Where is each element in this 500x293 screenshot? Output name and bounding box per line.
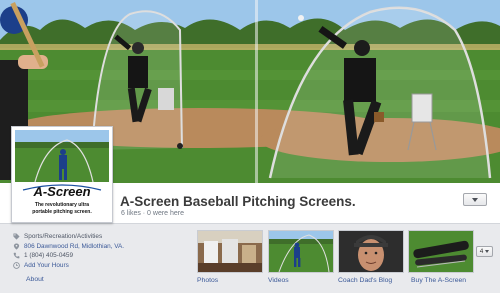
page-options-dropdown-button[interactable] <box>463 193 487 206</box>
about-link[interactable]: About <box>26 276 44 283</box>
videos-thumbnail[interactable] <box>268 230 334 273</box>
buy-thumbnail-image <box>409 231 473 272</box>
phone-icon <box>13 252 20 259</box>
profile-tagline-2: portable pitching screen. <box>32 209 92 215</box>
photos-thumbnail[interactable] <box>197 230 263 273</box>
profile-picture[interactable]: A-Screen The revolutionary ultra portabl… <box>11 126 113 223</box>
tab-coach-dads-blog[interactable]: Coach Dad's Blog <box>338 277 392 284</box>
hours-row: Add Your Hours <box>13 261 183 271</box>
add-hours-link[interactable]: Add Your Hours <box>24 262 69 269</box>
phone-row: 1 (804) 405-0459 <box>13 251 183 261</box>
page-title[interactable]: A-Screen Baseball Pitching Screens. <box>120 194 356 209</box>
tab-videos[interactable]: Videos <box>268 277 289 284</box>
address-link[interactable]: 806 Dawnwood Rd, Midlothian, VA. <box>24 243 124 250</box>
chevron-down-icon <box>485 250 490 253</box>
category-row: Sports/Recreation/Activities <box>13 232 183 242</box>
more-tabs-count: 4 <box>479 248 484 255</box>
profile-tagline-1: The revolutionary ultra <box>35 202 89 208</box>
tag-icon <box>13 233 20 240</box>
profile-picture-image: A-Screen The revolutionary ultra portabl… <box>15 130 109 219</box>
location-pin-icon <box>13 243 20 250</box>
photos-thumbnail-image <box>198 231 262 272</box>
chevron-down-icon <box>472 197 478 202</box>
more-tabs-dropdown-button[interactable]: 4 <box>476 246 493 257</box>
clock-icon <box>13 261 20 269</box>
blog-thumbnail[interactable] <box>338 230 404 273</box>
likes-count: 6 likes · 0 were here <box>121 210 185 217</box>
address-row: 806 Dawnwood Rd, Midlothian, VA. <box>13 242 183 252</box>
blog-thumbnail-image <box>339 231 403 272</box>
tab-photos[interactable]: Photos <box>197 277 218 284</box>
category-text: Sports/Recreation/Activities <box>24 233 103 241</box>
page-info: Sports/Recreation/Activities 806 Dawnwoo… <box>13 232 183 270</box>
videos-thumbnail-image <box>269 231 333 272</box>
buy-thumbnail[interactable] <box>408 230 474 273</box>
tab-buy-the-a-screen[interactable]: Buy The A-Screen <box>411 277 466 284</box>
phone-text: 1 (804) 405-0459 <box>24 252 74 260</box>
